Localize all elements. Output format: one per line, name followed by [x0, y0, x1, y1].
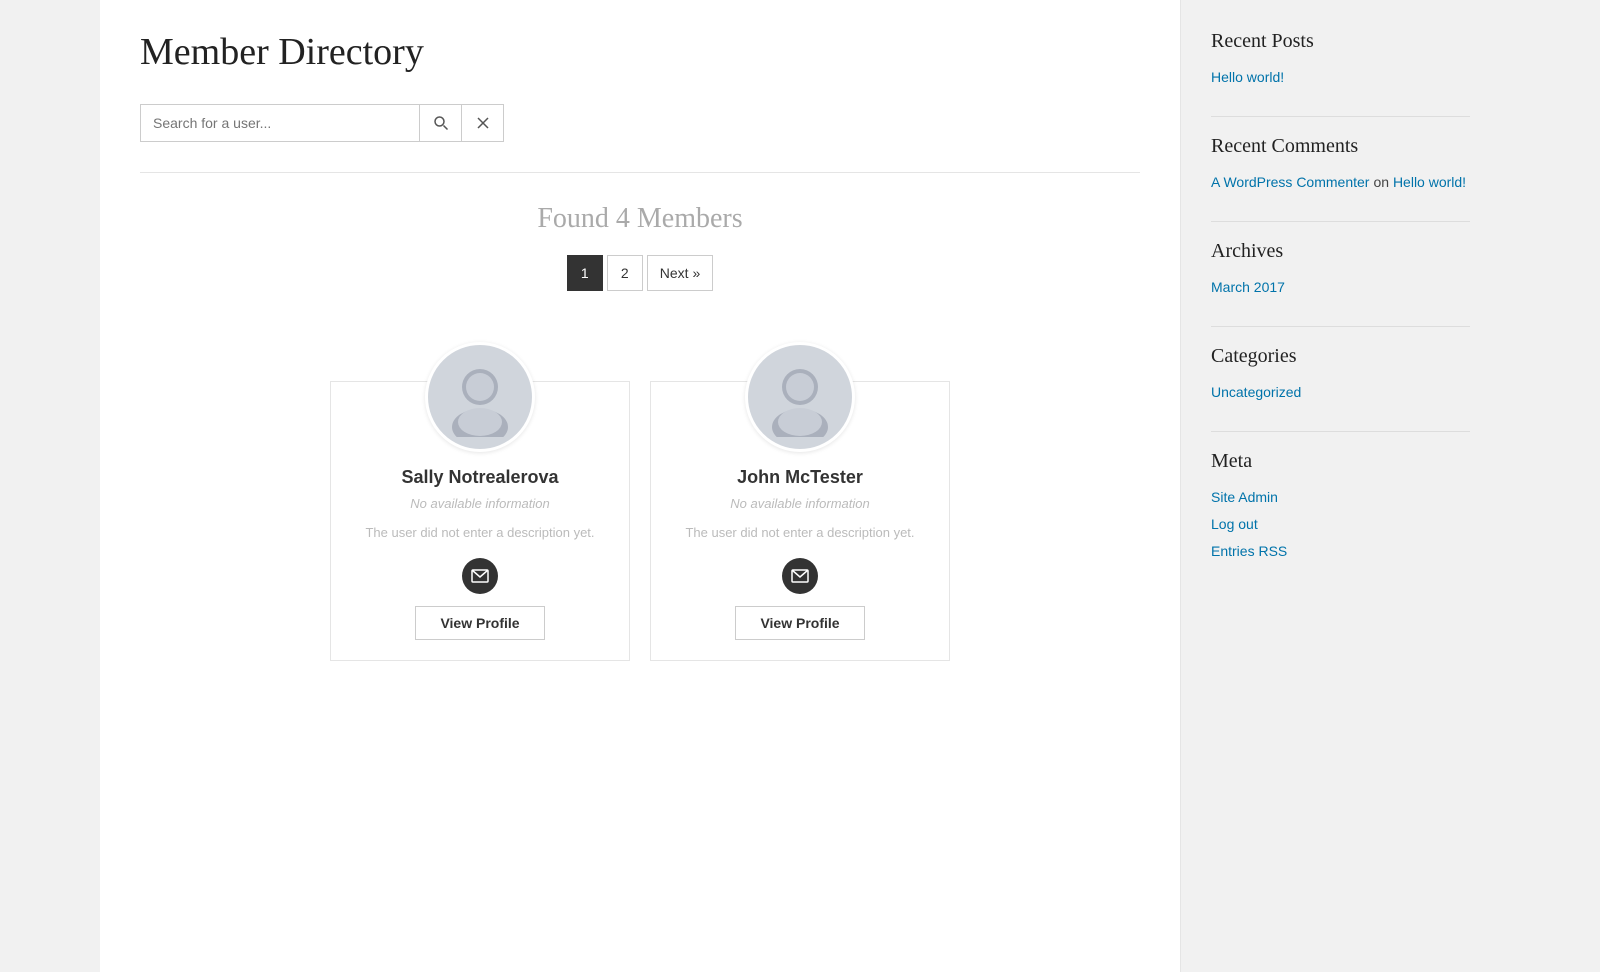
- member-name: John McTester: [737, 467, 863, 488]
- member-description: The user did not enter a description yet…: [345, 523, 614, 543]
- main-content: Member Directory Found 4 Members 1 2 Nex…: [100, 0, 1180, 972]
- category-uncategorized[interactable]: Uncategorized: [1211, 382, 1470, 403]
- close-icon: [476, 116, 490, 130]
- search-icon: [433, 115, 449, 131]
- member-name: Sally Notrealerova: [401, 467, 558, 488]
- meta-section: Meta Site Admin Log out Entries RSS: [1211, 450, 1470, 562]
- sidebar: Recent Posts Hello world! Recent Comment…: [1180, 0, 1500, 972]
- avatar: [745, 342, 855, 452]
- recent-posts-section: Recent Posts Hello world!: [1211, 30, 1470, 88]
- member-info: No available information: [410, 496, 549, 511]
- email-icon-button[interactable]: [782, 558, 818, 594]
- sidebar-divider: [1211, 221, 1470, 222]
- view-profile-button[interactable]: View Profile: [735, 606, 864, 640]
- archive-march-2017[interactable]: March 2017: [1211, 277, 1470, 298]
- recent-posts-heading: Recent Posts: [1211, 30, 1470, 53]
- member-card: Sally Notrealerova No available informat…: [330, 381, 630, 661]
- sidebar-link-hello-world[interactable]: Hello world!: [1211, 67, 1470, 88]
- default-avatar-icon: [440, 357, 520, 437]
- search-button[interactable]: [420, 104, 462, 142]
- comment-on-text: on: [1373, 174, 1392, 190]
- next-page-button[interactable]: Next »: [647, 255, 713, 291]
- email-icon-button[interactable]: [462, 558, 498, 594]
- comment-author-link[interactable]: A WordPress Commenter: [1211, 174, 1369, 190]
- recent-comments-section: Recent Comments A WordPress Commenter on…: [1211, 135, 1470, 193]
- search-input[interactable]: [140, 104, 420, 142]
- entries-rss-text: Entries RSS: [1211, 543, 1287, 559]
- clear-button[interactable]: [462, 104, 504, 142]
- page-1-button[interactable]: 1: [567, 255, 603, 291]
- sidebar-divider: [1211, 116, 1470, 117]
- categories-heading: Categories: [1211, 345, 1470, 368]
- meta-log-out[interactable]: Log out: [1211, 514, 1470, 535]
- member-cards-container: Sally Notrealerova No available informat…: [140, 331, 1140, 661]
- categories-section: Categories Uncategorized: [1211, 345, 1470, 403]
- avatar: [425, 342, 535, 452]
- view-profile-button[interactable]: View Profile: [415, 606, 544, 640]
- recent-comments-heading: Recent Comments: [1211, 135, 1470, 158]
- email-icon: [471, 567, 489, 585]
- meta-heading: Meta: [1211, 450, 1470, 473]
- page-title: Member Directory: [140, 30, 1140, 74]
- page-2-button[interactable]: 2: [607, 255, 643, 291]
- meta-site-admin[interactable]: Site Admin: [1211, 487, 1470, 508]
- sidebar-divider: [1211, 431, 1470, 432]
- email-icon: [791, 567, 809, 585]
- member-card: John McTester No available information T…: [650, 381, 950, 661]
- member-description: The user did not enter a description yet…: [665, 523, 934, 543]
- search-area: [140, 104, 1140, 173]
- archives-heading: Archives: [1211, 240, 1470, 263]
- pagination: 1 2 Next »: [140, 255, 1140, 291]
- sidebar-divider: [1211, 326, 1470, 327]
- found-members-label: Found 4 Members: [140, 203, 1140, 235]
- recent-comment-item: A WordPress Commenter on Hello world!: [1211, 172, 1470, 193]
- meta-entries-rss[interactable]: Entries RSS: [1211, 541, 1470, 562]
- archives-section: Archives March 2017: [1211, 240, 1470, 298]
- member-info: No available information: [730, 496, 869, 511]
- comment-post-link[interactable]: Hello world!: [1393, 174, 1466, 190]
- default-avatar-icon: [760, 357, 840, 437]
